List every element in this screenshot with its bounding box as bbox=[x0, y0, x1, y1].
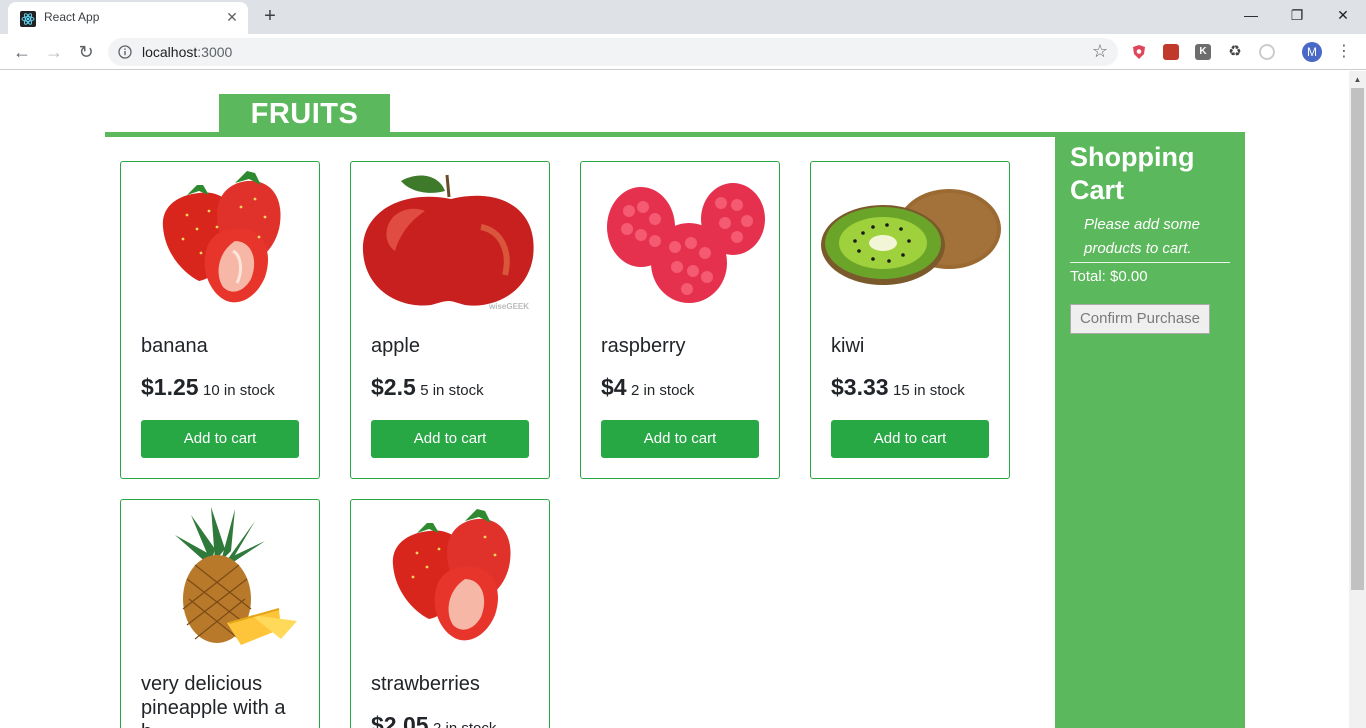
url-text[interactable]: localhost:3000 bbox=[142, 44, 232, 60]
address-bar[interactable]: localhost:3000 ☆ bbox=[108, 38, 1118, 66]
product-price: $4 bbox=[601, 374, 627, 400]
page-viewport: FRUITS banana $1.25 10 in stock Add to c… bbox=[0, 71, 1349, 728]
react-logo-icon bbox=[20, 11, 36, 27]
product-name: kiwi bbox=[831, 335, 865, 357]
raspberries-icon bbox=[607, 183, 765, 303]
url-port: :3000 bbox=[197, 44, 233, 60]
back-arrow-icon[interactable]: ← bbox=[8, 38, 36, 66]
close-tab-icon[interactable]: ✕ bbox=[224, 9, 240, 25]
price-row: $1.25 10 in stock bbox=[141, 374, 311, 401]
product-card: very delicious pineapple with a b bbox=[120, 499, 320, 728]
browser-tab[interactable]: React App ✕ bbox=[8, 2, 248, 34]
timer-extension-icon[interactable] bbox=[1259, 44, 1275, 60]
svg-text:wiseGEEK: wiseGEEK bbox=[488, 302, 529, 311]
product-price: $1.25 bbox=[141, 374, 199, 400]
strawberries-icon bbox=[162, 171, 281, 303]
product-price: $3.33 bbox=[831, 374, 889, 400]
cart-title: Shopping Cart bbox=[1070, 142, 1195, 205]
product-card: kiwi $3.33 15 in stock Add to cart bbox=[810, 161, 1010, 479]
strawberries-icon bbox=[392, 509, 511, 641]
product-name: banana bbox=[141, 335, 208, 357]
info-icon[interactable] bbox=[118, 45, 132, 59]
reload-icon[interactable]: ↻ bbox=[72, 38, 100, 66]
product-card: raspberry $4 2 in stock Add to cart bbox=[580, 161, 780, 479]
forward-arrow-icon[interactable]: → bbox=[40, 38, 68, 66]
cart-empty-message: Please add some products to cart. bbox=[1084, 216, 1200, 257]
product-stock: 10 in stock bbox=[203, 382, 275, 399]
product-card: strawberries $2.05 2 in stock bbox=[350, 499, 550, 728]
close-window-button[interactable]: ✕ bbox=[1320, 0, 1366, 30]
url-host: localhost bbox=[142, 44, 198, 60]
shopping-cart-panel: Shopping Cart Please add some products t… bbox=[1055, 137, 1245, 728]
recycle-extension-icon[interactable]: ♻ bbox=[1227, 44, 1243, 60]
product-stock: 2 in stock bbox=[631, 382, 695, 399]
cart-total: Total: $0.00 bbox=[1070, 268, 1148, 285]
product-price: $2.5 bbox=[371, 374, 416, 400]
puzzle-extension-icon[interactable] bbox=[1163, 44, 1179, 60]
product-stock: 15 in stock bbox=[893, 382, 965, 399]
bookmark-star-icon[interactable]: ☆ bbox=[1092, 41, 1108, 62]
price-row: $4 2 in stock bbox=[601, 374, 771, 401]
price-row: $3.33 15 in stock bbox=[831, 374, 1001, 401]
product-stock: 5 in stock bbox=[420, 382, 484, 399]
pineapple-icon bbox=[175, 507, 297, 645]
shield-extension-icon[interactable] bbox=[1131, 44, 1147, 60]
product-card: wiseGEEK apple $2.5 5 in stock Add to ca… bbox=[350, 161, 550, 479]
browser-toolbar: ← → ↻ localhost:3000 ☆ K ♻ M ⋮ bbox=[0, 34, 1366, 70]
add-to-cart-button[interactable]: Add to cart bbox=[831, 420, 989, 458]
product-name: very delicious pineapple with a b bbox=[141, 673, 286, 728]
profile-avatar[interactable]: M bbox=[1302, 42, 1322, 62]
scroll-thumb[interactable] bbox=[1351, 88, 1364, 590]
cart-divider bbox=[1070, 262, 1230, 263]
kiwi-icon bbox=[821, 189, 1001, 285]
product-price: $2.05 bbox=[371, 712, 429, 728]
product-name: strawberries bbox=[371, 673, 480, 695]
minimize-window-button[interactable]: — bbox=[1228, 0, 1274, 30]
product-card: banana $1.25 10 in stock Add to cart bbox=[120, 161, 320, 479]
vertical-scrollbar[interactable]: ▲ bbox=[1349, 71, 1366, 728]
product-name: raspberry bbox=[601, 335, 686, 357]
price-row: $2.05 2 in stock bbox=[371, 712, 541, 728]
browser-tabstrip: React App ✕ + — ❐ ✕ bbox=[0, 0, 1366, 34]
scroll-up-arrow-icon[interactable]: ▲ bbox=[1349, 71, 1366, 88]
product-name: apple bbox=[371, 335, 420, 357]
product-stock: 2 in stock bbox=[433, 720, 496, 728]
k-extension-icon[interactable]: K bbox=[1195, 44, 1211, 60]
restore-window-button[interactable]: ❐ bbox=[1274, 0, 1320, 30]
new-tab-button[interactable]: + bbox=[258, 4, 282, 28]
confirm-purchase-button[interactable]: Confirm Purchase bbox=[1070, 304, 1210, 334]
add-to-cart-button[interactable]: Add to cart bbox=[371, 420, 529, 458]
add-to-cart-button[interactable]: Add to cart bbox=[141, 420, 299, 458]
price-row: $2.5 5 in stock bbox=[371, 374, 541, 401]
add-to-cart-button[interactable]: Add to cart bbox=[601, 420, 759, 458]
browser-menu-icon[interactable]: ⋮ bbox=[1336, 40, 1352, 64]
apple-icon: wiseGEEK bbox=[362, 174, 534, 311]
tab-title: React App bbox=[44, 10, 100, 24]
page-title: FRUITS bbox=[219, 94, 390, 132]
